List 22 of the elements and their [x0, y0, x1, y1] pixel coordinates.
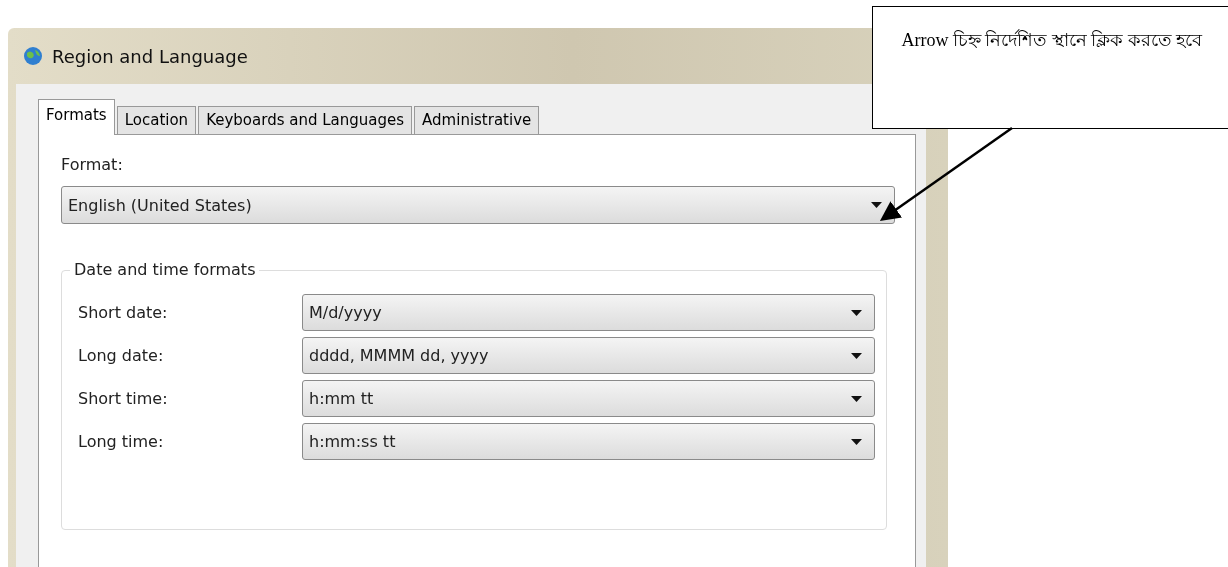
- field-label: Short time:: [78, 389, 169, 408]
- field-label: Long time:: [78, 432, 165, 451]
- tab[interactable]: Keyboards and Languages: [198, 106, 413, 134]
- tab[interactable]: Location: [116, 106, 197, 134]
- caret-icon: [851, 309, 862, 316]
- tab[interactable]: Administrative: [414, 106, 540, 134]
- format-dropdown[interactable]: dddd, MMMM dd, yyyy: [302, 337, 875, 374]
- format-label: Format:: [61, 155, 124, 174]
- caret-icon: [851, 438, 862, 445]
- tab[interactable]: Formats: [38, 99, 115, 135]
- caret-icon: [871, 202, 882, 208]
- callout-text: Arrow চিহ্ন নির্দেশিত স্থানে ক্লিক করতে হবে: [901, 30, 1203, 50]
- caret-icon: [851, 395, 862, 402]
- field-label: Short date:: [78, 303, 169, 322]
- format-dropdown[interactable]: h:mm:ss tt: [302, 423, 875, 460]
- caret-icon: [851, 352, 862, 359]
- window-title: Region and Language: [52, 45, 248, 67]
- format-dropdown[interactable]: h:mm tt: [302, 380, 875, 417]
- format-dropdown[interactable]: M/d/yyyy: [302, 294, 875, 331]
- globe-icon: [22, 45, 44, 67]
- format-dropdown[interactable]: English (United States): [61, 186, 895, 224]
- field-label: Long date:: [78, 346, 165, 365]
